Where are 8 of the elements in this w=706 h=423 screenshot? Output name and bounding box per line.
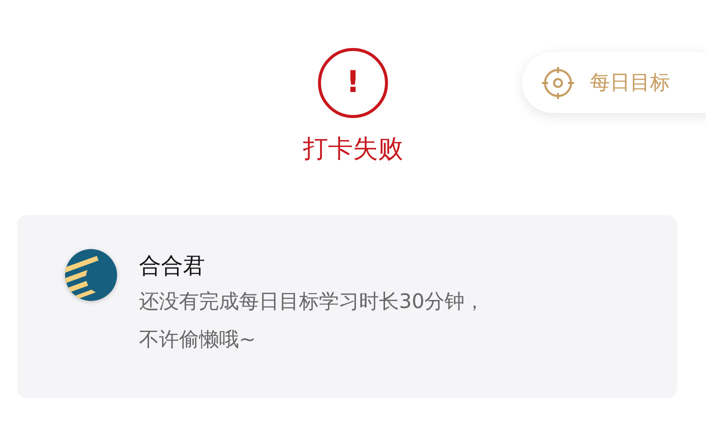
message-text: 不许偷懒哦~: [139, 326, 257, 353]
status-title: 打卡失败: [303, 134, 403, 164]
target-icon: [540, 64, 576, 100]
sender-name: 合合君: [139, 253, 206, 281]
message-text: 还没有完成每日目标学习时长30分钟，: [139, 288, 484, 315]
daily-goal-button[interactable]: 每日目标: [522, 52, 706, 113]
warning-icon: !: [318, 48, 388, 118]
avatar-icon: [63, 247, 119, 303]
